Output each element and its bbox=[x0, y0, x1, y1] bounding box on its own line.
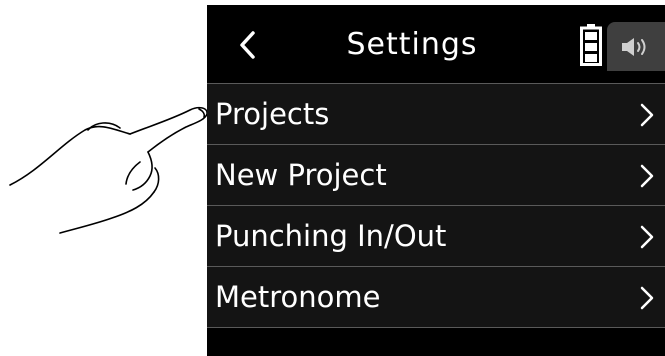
speaker-button[interactable] bbox=[607, 22, 665, 71]
menu-item-punching-in-out[interactable]: Punching In/Out bbox=[207, 205, 665, 266]
chevron-right-icon bbox=[640, 164, 654, 188]
menu-item-projects[interactable]: Projects bbox=[207, 83, 665, 144]
battery-icon bbox=[580, 24, 602, 66]
chevron-right-icon bbox=[640, 225, 654, 249]
chevron-left-icon bbox=[240, 31, 255, 59]
menu-item-label: Metronome bbox=[215, 280, 381, 314]
device-screen: Settings Projects New Project Punching I… bbox=[207, 5, 665, 356]
menu-item-label: Projects bbox=[215, 97, 330, 131]
menu-item-label: New Project bbox=[215, 158, 387, 192]
pointing-hand-illustration bbox=[9, 106, 208, 234]
back-button[interactable] bbox=[227, 23, 267, 67]
settings-menu: Projects New Project Punching In/Out Met… bbox=[207, 83, 665, 328]
page-title: Settings bbox=[346, 27, 478, 62]
menu-item-new-project[interactable]: New Project bbox=[207, 144, 665, 205]
menu-item-label: Punching In/Out bbox=[215, 219, 447, 253]
chevron-right-icon bbox=[640, 103, 654, 127]
chevron-right-icon bbox=[640, 286, 654, 310]
header-bar: Settings bbox=[207, 5, 665, 83]
speaker-icon bbox=[622, 37, 646, 56]
menu-item-metronome[interactable]: Metronome bbox=[207, 266, 665, 328]
